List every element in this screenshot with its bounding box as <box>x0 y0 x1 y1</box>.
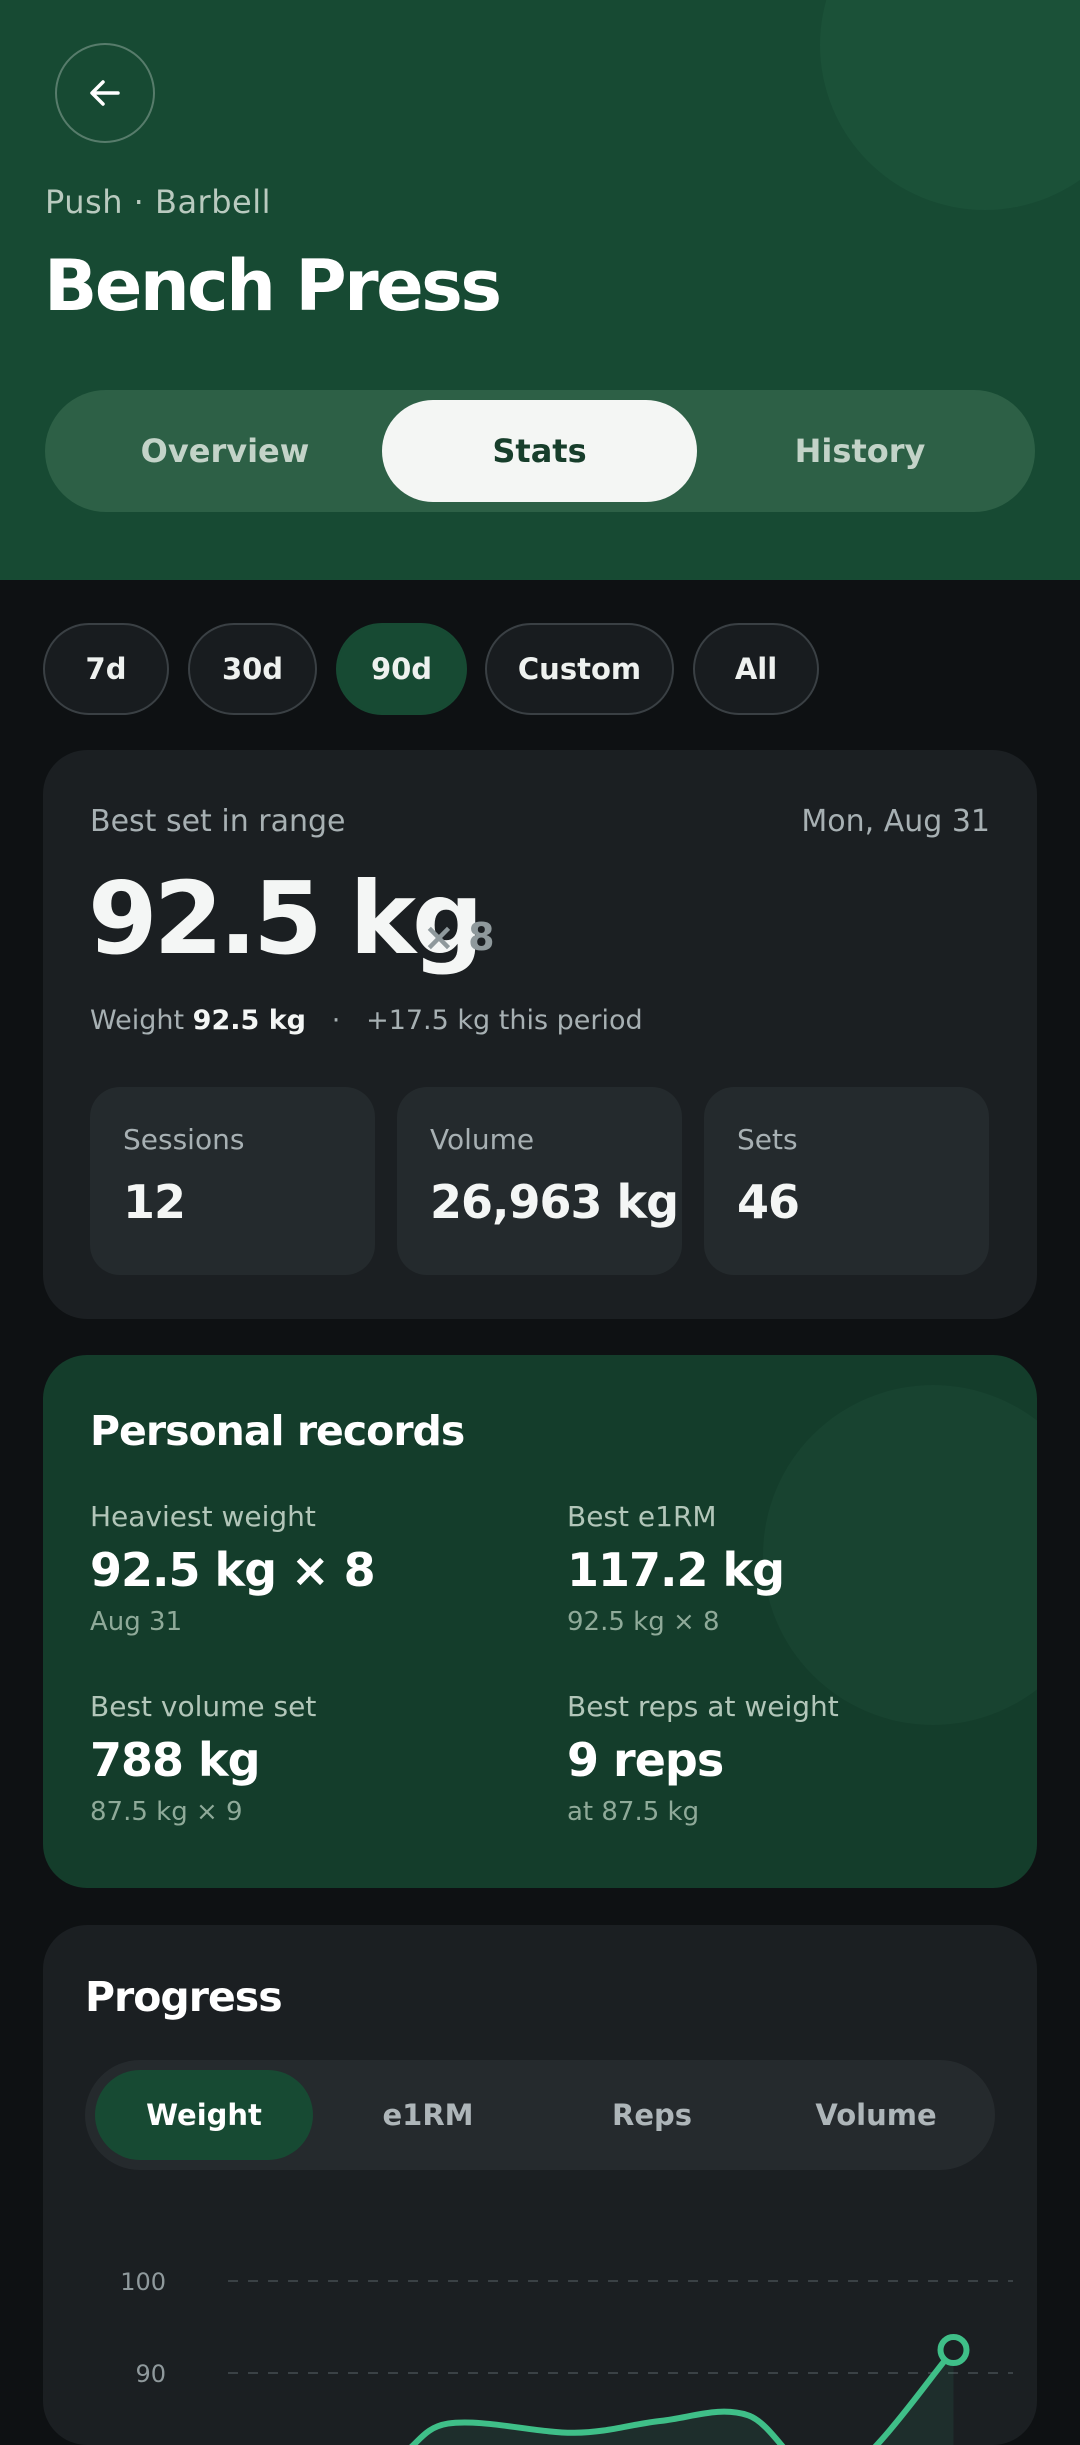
best-set-card: Best set in range Mon, Aug 31 92.5 kg × … <box>43 750 1037 1319</box>
record-value: 117.2 kg <box>567 1543 785 1597</box>
record-label: Heaviest weight <box>90 1500 316 1533</box>
record-detail: at 87.5 kg <box>567 1797 700 1827</box>
series-line <box>409 2347 957 2445</box>
metric-tab-weight[interactable]: Weight <box>95 2070 313 2160</box>
stat-tile-sessions: Sessions 12 <box>90 1087 375 1275</box>
arrow-left-icon <box>90 80 120 106</box>
record-label: Best volume set <box>90 1690 317 1723</box>
metric-tab-reps[interactable]: Reps <box>543 2070 761 2160</box>
y-tick-label: 100 <box>120 2268 166 2296</box>
range-chip-all[interactable]: All <box>693 623 819 715</box>
section-tabs: Overview Stats History <box>45 390 1035 512</box>
card-decoration <box>763 1385 1037 1725</box>
back-button[interactable] <box>55 43 155 143</box>
range-chip-custom[interactable]: Custom <box>485 623 674 715</box>
record-heaviest-weight: Heaviest weight 92.5 kg × 8 Aug 31 <box>90 1500 376 1637</box>
exercise-category: Push · Barbell <box>45 183 271 221</box>
stat-tile-volume: Volume 26,963 kg <box>397 1087 682 1275</box>
progress-card: Progress Weight e1RM Reps Volume 1009080 <box>43 1925 1037 2445</box>
range-chip-7d[interactable]: 7d <box>43 623 169 715</box>
record-value: 9 reps <box>567 1733 724 1787</box>
header-decoration <box>820 0 1080 210</box>
record-detail: Aug 31 <box>90 1607 183 1637</box>
best-set-weight: 92.5 kg <box>88 860 484 977</box>
page-title: Bench Press <box>44 245 502 327</box>
y-tick-label: 90 <box>135 2360 166 2388</box>
record-value: 788 kg <box>90 1733 261 1787</box>
stat-label: Sets <box>737 1123 798 1156</box>
personal-records-title: Personal records <box>90 1407 465 1455</box>
record-best-volume-set: Best volume set 788 kg 87.5 kg × 9 <box>90 1690 316 1827</box>
progress-title: Progress <box>85 1973 283 2021</box>
range-chip-90d[interactable]: 90d <box>336 623 467 715</box>
stat-tile-sets: Sets 46 <box>704 1087 989 1275</box>
weight-value: 92.5 kg <box>192 1005 306 1036</box>
metric-tabs: Weight e1RM Reps Volume <box>85 2060 995 2170</box>
stat-label: Volume <box>430 1123 535 1156</box>
stat-value: 26,963 kg <box>430 1175 679 1229</box>
record-value: 92.5 kg × 8 <box>90 1543 376 1597</box>
stat-value: 12 <box>123 1175 186 1229</box>
best-set-meta: Weight 92.5 kg · +17.5 kg this period <box>90 1005 643 1036</box>
record-detail: 87.5 kg × 9 <box>90 1797 243 1827</box>
tab-stats[interactable]: Stats <box>382 400 697 502</box>
record-label: Best reps at weight <box>567 1690 839 1723</box>
metric-tab-e1rm[interactable]: e1RM <box>319 2070 537 2160</box>
best-set-reps: × 8 <box>423 915 495 959</box>
record-label: Best e1RM <box>567 1500 717 1533</box>
tab-overview[interactable]: Overview <box>75 400 375 502</box>
range-chip-30d[interactable]: 30d <box>188 623 317 715</box>
latest-point-marker <box>937 2334 970 2366</box>
personal-records-card: Personal records Heaviest weight 92.5 kg… <box>43 1355 1037 1888</box>
metric-tab-volume[interactable]: Volume <box>767 2070 985 2160</box>
record-detail: 92.5 kg × 8 <box>567 1607 720 1637</box>
progress-chart: 1009080 <box>120 2268 1013 2445</box>
exercise-header: Push · Barbell Bench Press Overview Stat… <box>0 0 1080 580</box>
record-best-reps: Best reps at weight 9 reps at 87.5 kg <box>567 1690 839 1827</box>
stat-value: 46 <box>737 1175 800 1229</box>
weight-prefix: Weight <box>90 1005 185 1036</box>
record-best-e1rm: Best e1RM 117.2 kg 92.5 kg × 8 <box>567 1500 785 1637</box>
best-set-date: Mon, Aug 31 <box>801 804 990 839</box>
meta-separator: · <box>331 1005 341 1036</box>
stat-label: Sessions <box>123 1123 245 1156</box>
period-change: +17.5 kg this period <box>366 1005 643 1036</box>
tab-history[interactable]: History <box>710 400 1010 502</box>
best-set-label: Best set in range <box>90 804 346 839</box>
